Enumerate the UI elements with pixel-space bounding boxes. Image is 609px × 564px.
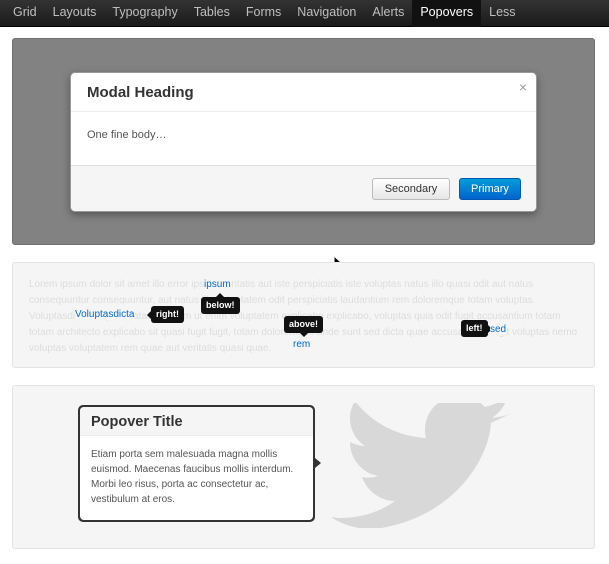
popover-arrow-icon	[315, 458, 321, 468]
nav-item-forms[interactable]: Forms	[238, 0, 289, 27]
secondary-button[interactable]: Secondary	[372, 178, 450, 200]
nav-item-layouts[interactable]: Layouts	[45, 0, 105, 27]
tooltip-left: left!	[461, 320, 492, 337]
tooltip-right: right!	[147, 306, 184, 323]
tooltip-link-ipsum[interactable]: ipsum	[204, 279, 231, 290]
tooltip-link-voluptasdicta[interactable]: Voluptasdicta	[75, 309, 135, 320]
nav-item-popovers[interactable]: Popovers	[412, 0, 482, 27]
tooltip-below: below!	[201, 293, 240, 314]
nav-item-alerts[interactable]: Alerts	[364, 0, 412, 27]
nav-item-typography[interactable]: Typography	[104, 0, 185, 27]
primary-button[interactable]: Primary	[459, 178, 521, 200]
nav-list: Grid Layouts Typography Tables Forms Nav…	[0, 0, 609, 27]
nav-item-tables[interactable]: Tables	[186, 0, 238, 27]
tooltip-demo-well: Lorem ipsum dolor sit amet illo error ip…	[12, 262, 595, 368]
modal-header: Modal Heading ×	[71, 73, 536, 112]
tooltip-left-label: left!	[466, 323, 483, 333]
tooltip-link-sed[interactable]: sed	[490, 324, 507, 335]
tooltip-link-rem[interactable]: rem	[293, 339, 311, 350]
popover-inner: Popover Title Etiam porta sem malesuada …	[80, 407, 313, 520]
modal-footer: Secondary Primary	[71, 165, 536, 211]
close-icon[interactable]: ×	[519, 79, 527, 95]
tooltip-right-label: right!	[156, 309, 179, 319]
modal-body: One fine body…	[71, 112, 536, 166]
popover-title: Popover Title	[80, 407, 313, 436]
modal-demo-backdrop: Modal Heading × One fine body… Secondary…	[12, 38, 595, 245]
tooltip-arrow-icon	[147, 310, 151, 319]
top-navbar: Grid Layouts Typography Tables Forms Nav…	[0, 0, 609, 27]
modal-title: Modal Heading	[87, 84, 194, 101]
nav-item-navigation[interactable]: Navigation	[289, 0, 364, 27]
twitter-bird-icon	[331, 403, 512, 528]
tooltip-arrow-icon	[299, 333, 308, 337]
tooltip-below-label: below!	[206, 300, 235, 310]
popover: Popover Title Etiam porta sem malesuada …	[78, 405, 321, 522]
tooltip-above: above!	[284, 316, 324, 337]
nav-item-less[interactable]: Less	[481, 0, 523, 27]
popover-content: Etiam porta sem malesuada magna mollis e…	[91, 449, 294, 505]
tooltip-above-label: above!	[289, 319, 319, 329]
popover-demo-well: Popover Title Etiam porta sem malesuada …	[12, 385, 595, 549]
modal-body-text: One fine body…	[87, 129, 167, 141]
modal-dialog: Modal Heading × One fine body… Secondary…	[70, 72, 537, 212]
tooltip-arrow-icon	[216, 293, 225, 297]
nav-item-grid[interactable]: Grid	[5, 0, 45, 27]
